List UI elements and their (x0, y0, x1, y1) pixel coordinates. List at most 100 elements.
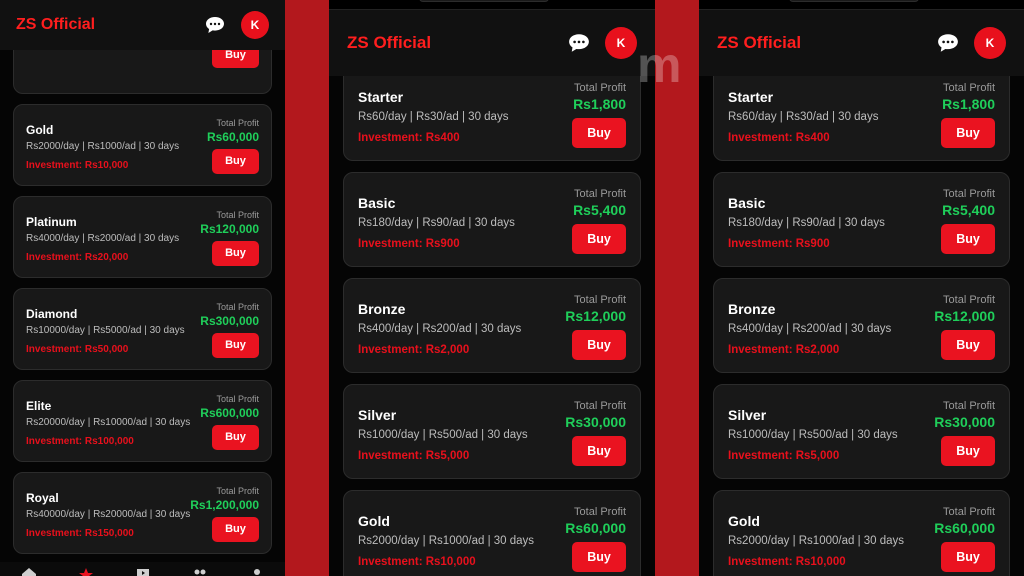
total-profit-label: Total Profit (943, 400, 995, 412)
plan-card: Starter Rs60/day | Rs30/ad | 30 days Inv… (343, 66, 641, 161)
plan-rate: Rs180/day | Rs90/ad | 30 days (728, 217, 885, 229)
buy-button[interactable]: Buy (941, 436, 995, 466)
plan-card: Elite Rs20000/day | Rs10000/ad | 30 days… (13, 380, 272, 462)
total-profit-label: Total Profit (216, 394, 259, 404)
star-icon[interactable] (78, 566, 94, 576)
plan-rate: Rs2000/day | Rs1000/ad | 30 days (728, 535, 905, 547)
plan-rate: Rs2000/day | Rs1000/ad | 30 days (26, 141, 180, 152)
buy-button[interactable]: Buy (941, 118, 995, 148)
total-profit-value: Rs30,000 (565, 414, 626, 430)
total-profit-label: Total Profit (216, 302, 259, 312)
profit-block: Total Profit Rs60,000 Buy (207, 118, 259, 174)
video-icon[interactable] (135, 566, 151, 576)
total-profit-value: Rs600,000 (200, 406, 259, 420)
total-profit-label: Total Profit (943, 294, 995, 306)
plan-card: Gold Rs2000/day | Rs1000/ad | 30 days In… (13, 104, 272, 186)
total-profit-label: Total Profit (943, 506, 995, 518)
app-header: ZS Official K (699, 10, 1024, 76)
app-title: ZS Official (717, 33, 802, 52)
total-profit-value: Rs5,400 (942, 202, 995, 218)
plan-card: Starter Rs60/day | Rs30/ad | 30 days Inv… (713, 66, 1010, 161)
buy-button[interactable]: Buy (572, 118, 626, 148)
buy-button[interactable]: Buy (572, 330, 626, 360)
profile-icon[interactable] (249, 566, 265, 576)
total-profit-label: Total Profit (943, 82, 995, 94)
plan-list: Investment: Rs5,000 Total Profit Buy Gol… (0, 12, 285, 564)
profit-block: Total Profit Rs60,000 Buy (934, 506, 995, 572)
total-profit-value: Rs60,000 (206, 130, 259, 144)
search-pill (419, 0, 549, 2)
status-strip (699, 0, 1024, 10)
avatar[interactable]: K (241, 11, 269, 39)
chat-icon[interactable] (567, 31, 591, 55)
total-profit-label: Total Profit (574, 400, 626, 412)
plan-rate: Rs1000/day | Rs500/ad | 30 days (358, 429, 528, 441)
plan-rate: Rs60/day | Rs30/ad | 30 days (728, 111, 879, 123)
plan-card: Bronze Rs400/day | Rs200/ad | 30 days In… (713, 278, 1010, 373)
plan-rate: Rs60/day | Rs30/ad | 30 days (358, 111, 509, 123)
buy-button[interactable]: Buy (572, 224, 626, 254)
plan-card: Royal Rs40000/day | Rs20000/ad | 30 days… (13, 472, 272, 554)
total-profit-label: Total Profit (216, 210, 259, 220)
phone-screen-right: ZS Official K Starter Rs60/day | Rs30/ad… (699, 0, 1024, 576)
total-profit-label: Total Profit (216, 118, 259, 128)
buy-button[interactable]: Buy (572, 436, 626, 466)
total-profit-value: Rs1,800 (573, 96, 626, 112)
profit-block: Total Profit Rs1,200,000 Buy (190, 486, 259, 542)
buy-button[interactable]: Buy (212, 149, 259, 174)
plan-list: Starter Rs60/day | Rs30/ad | 30 days Inv… (329, 66, 655, 576)
buy-button[interactable]: Buy (572, 542, 626, 572)
total-profit-value: Rs1,800 (942, 96, 995, 112)
plan-card: Bronze Rs400/day | Rs200/ad | 30 days In… (343, 278, 641, 373)
total-profit-value: Rs60,000 (934, 520, 995, 536)
profit-block: Total Profit Rs30,000 Buy (934, 400, 995, 466)
total-profit-label: Total Profit (574, 294, 626, 306)
plan-rate: Rs20000/day | Rs10000/ad | 30 days (26, 417, 191, 428)
plan-card: Basic Rs180/day | Rs90/ad | 30 days Inve… (713, 172, 1010, 267)
total-profit-value: Rs30,000 (934, 414, 995, 430)
buy-button[interactable]: Buy (941, 542, 995, 572)
plan-card: Gold Rs2000/day | Rs1000/ad | 30 days In… (713, 490, 1010, 576)
buy-button[interactable]: Buy (212, 517, 259, 542)
app-title: ZS Official (347, 33, 432, 52)
phone-screen-middle: ZS Official K Starter Rs60/day | Rs30/ad… (329, 0, 655, 576)
profit-block: Total Profit Rs5,400 Buy (572, 188, 626, 254)
app-header: ZS Official K (0, 0, 285, 50)
buy-button[interactable]: Buy (212, 333, 259, 358)
buy-button[interactable]: Buy (212, 241, 259, 266)
total-profit-value: Rs12,000 (934, 308, 995, 324)
buy-button[interactable]: Buy (941, 330, 995, 360)
team-icon[interactable] (192, 566, 208, 576)
profit-block: Total Profit Rs120,000 Buy (200, 210, 259, 266)
phone-screen-left: ZS Official K Investment: Rs5,000 Total … (0, 0, 285, 576)
total-profit-label: Total Profit (943, 188, 995, 200)
total-profit-label: Total Profit (216, 486, 259, 496)
profit-block: Total Profit Rs300,000 Buy (200, 302, 259, 358)
total-profit-value: Rs5,400 (573, 202, 626, 218)
plan-rate: Rs2000/day | Rs1000/ad | 30 days (358, 535, 535, 547)
profit-block: Total Profit Rs60,000 Buy (565, 506, 626, 572)
total-profit-label: Total Profit (574, 188, 626, 200)
plan-rate: Rs10000/day | Rs5000/ad | 30 days (26, 325, 185, 336)
profit-block: Total Profit Rs1,800 Buy (941, 82, 995, 148)
total-profit-label: Total Profit (574, 82, 626, 94)
avatar[interactable]: K (605, 27, 637, 59)
profit-block: Total Profit Rs1,800 Buy (572, 82, 626, 148)
buy-button[interactable]: Buy (941, 224, 995, 254)
total-profit-label: Total Profit (574, 506, 626, 518)
home-icon[interactable] (21, 566, 37, 576)
chat-icon[interactable] (203, 13, 227, 37)
plan-card: Silver Rs1000/day | Rs500/ad | 30 days I… (343, 384, 641, 479)
bottom-nav (0, 562, 285, 576)
plan-rate: Rs400/day | Rs200/ad | 30 days (358, 323, 522, 335)
plan-card: Platinum Rs4000/day | Rs2000/ad | 30 day… (13, 196, 272, 278)
avatar[interactable]: K (974, 27, 1006, 59)
app-header: ZS Official K (329, 10, 655, 76)
watermark: m (637, 37, 682, 93)
total-profit-value: Rs120,000 (200, 222, 259, 236)
total-profit-value: Rs60,000 (565, 520, 626, 536)
chat-icon[interactable] (936, 31, 960, 55)
buy-button[interactable]: Buy (212, 425, 259, 450)
search-pill (789, 0, 919, 2)
profit-block: Total Profit Rs12,000 Buy (934, 294, 995, 360)
